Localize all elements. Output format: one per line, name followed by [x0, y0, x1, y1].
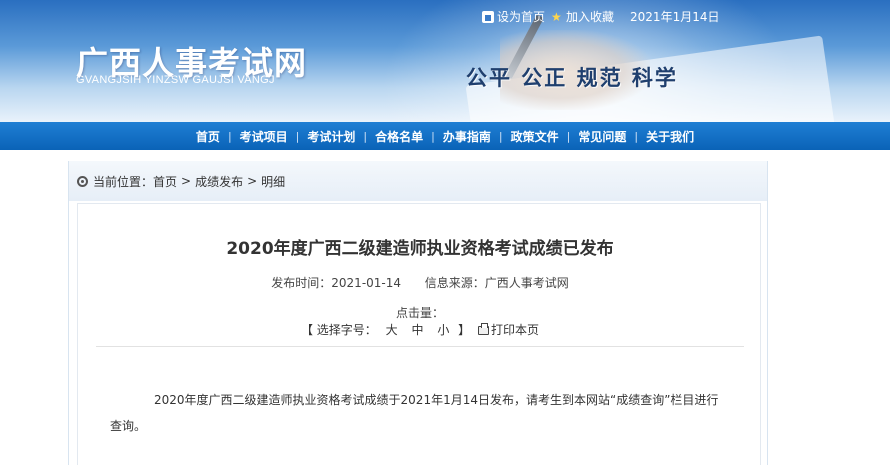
nav-item-home[interactable]: 首页	[188, 128, 228, 145]
article-body: 2020年度广西二级建造师执业资格考试成绩于2021年1月14日发布，请考生到本…	[110, 393, 719, 433]
add-favorite-label: 加入收藏	[566, 10, 615, 24]
add-favorite-link[interactable]: ★ 加入收藏	[551, 8, 614, 25]
font-size-small-button[interactable]: 小	[437, 323, 449, 337]
nav-item-exam-plan[interactable]: 考试计划	[299, 128, 363, 145]
article-meta: 发布时间：2021-01-14 信息来源：广西人事考试网	[78, 274, 762, 291]
nav-item-exam-projects[interactable]: 考试项目	[232, 128, 296, 145]
star-icon: ★	[551, 9, 562, 24]
home-icon	[482, 10, 494, 23]
breadcrumb-score-release[interactable]: 成绩发布	[195, 173, 243, 190]
site-logo-english: GVANGJSIH YINZSW GAUJSI VANGJ	[76, 74, 275, 86]
nav-item-qualified-list[interactable]: 合格名单	[367, 128, 431, 145]
font-size-medium-button[interactable]: 中	[411, 323, 423, 337]
article-title: 2020年度广西二级建造师执业资格考试成绩已发布	[226, 239, 614, 259]
breadcrumb-home[interactable]: 首页	[153, 173, 177, 190]
top-links: 设为首页 ★ 加入收藏 2021年1月14日	[482, 8, 719, 25]
publish-date: 2021-01-14	[331, 276, 402, 290]
main-nav: 首页 | 考试项目 | 考试计划 | 合格名单 | 办事指南 | 政策文件 | …	[0, 122, 890, 150]
article-panel: 2020年度广西二级建造师执业资格考试成绩已发布 发布时间：2021-01-14…	[77, 203, 761, 465]
nav-item-about[interactable]: 关于我们	[638, 128, 702, 145]
font-select-open: 【 选择字号：	[300, 323, 377, 337]
click-count: 点击量：	[395, 306, 444, 320]
breadcrumb-prefix: 当前位置：	[93, 174, 154, 189]
source-value: 广西人事考试网	[484, 276, 569, 290]
breadcrumb-current: 明细	[261, 174, 286, 189]
nav-item-guide[interactable]: 办事指南	[435, 128, 499, 145]
nav-item-policy[interactable]: 政策文件	[503, 128, 567, 145]
breadcrumb: 当前位置： 首页 > 成绩发布 > 明细	[69, 161, 767, 201]
site-header-banner: 设为首页 ★ 加入收藏 2021年1月14日 广西人事考试网 GVANGJSIH…	[0, 0, 890, 122]
set-home-link[interactable]: 设为首页	[482, 8, 545, 25]
location-dot-icon	[77, 175, 88, 187]
printer-icon[interactable]	[478, 323, 489, 335]
font-size-large-button[interactable]: 大	[386, 323, 398, 337]
site-slogan: 公平 公正 规范 科学	[466, 65, 678, 90]
source-label: 信息来源：	[424, 276, 485, 290]
breadcrumb-separator: >	[181, 174, 192, 188]
breadcrumb-separator: >	[247, 174, 258, 188]
print-page-button[interactable]: 打印本页	[491, 323, 539, 337]
publish-label: 发布时间：	[271, 276, 332, 290]
article-tools: 【 选择字号： 大 中 小 】 打印本页	[78, 321, 762, 338]
set-home-label: 设为首页	[497, 10, 546, 24]
nav-item-faq[interactable]: 常见问题	[570, 128, 634, 145]
header-date: 2021年1月14日	[630, 10, 720, 24]
article-divider	[96, 346, 744, 347]
font-select-close: 】	[458, 323, 471, 337]
content-container: 当前位置： 首页 > 成绩发布 > 明细 2020年度广西二级建造师执业资格考试…	[68, 161, 768, 465]
